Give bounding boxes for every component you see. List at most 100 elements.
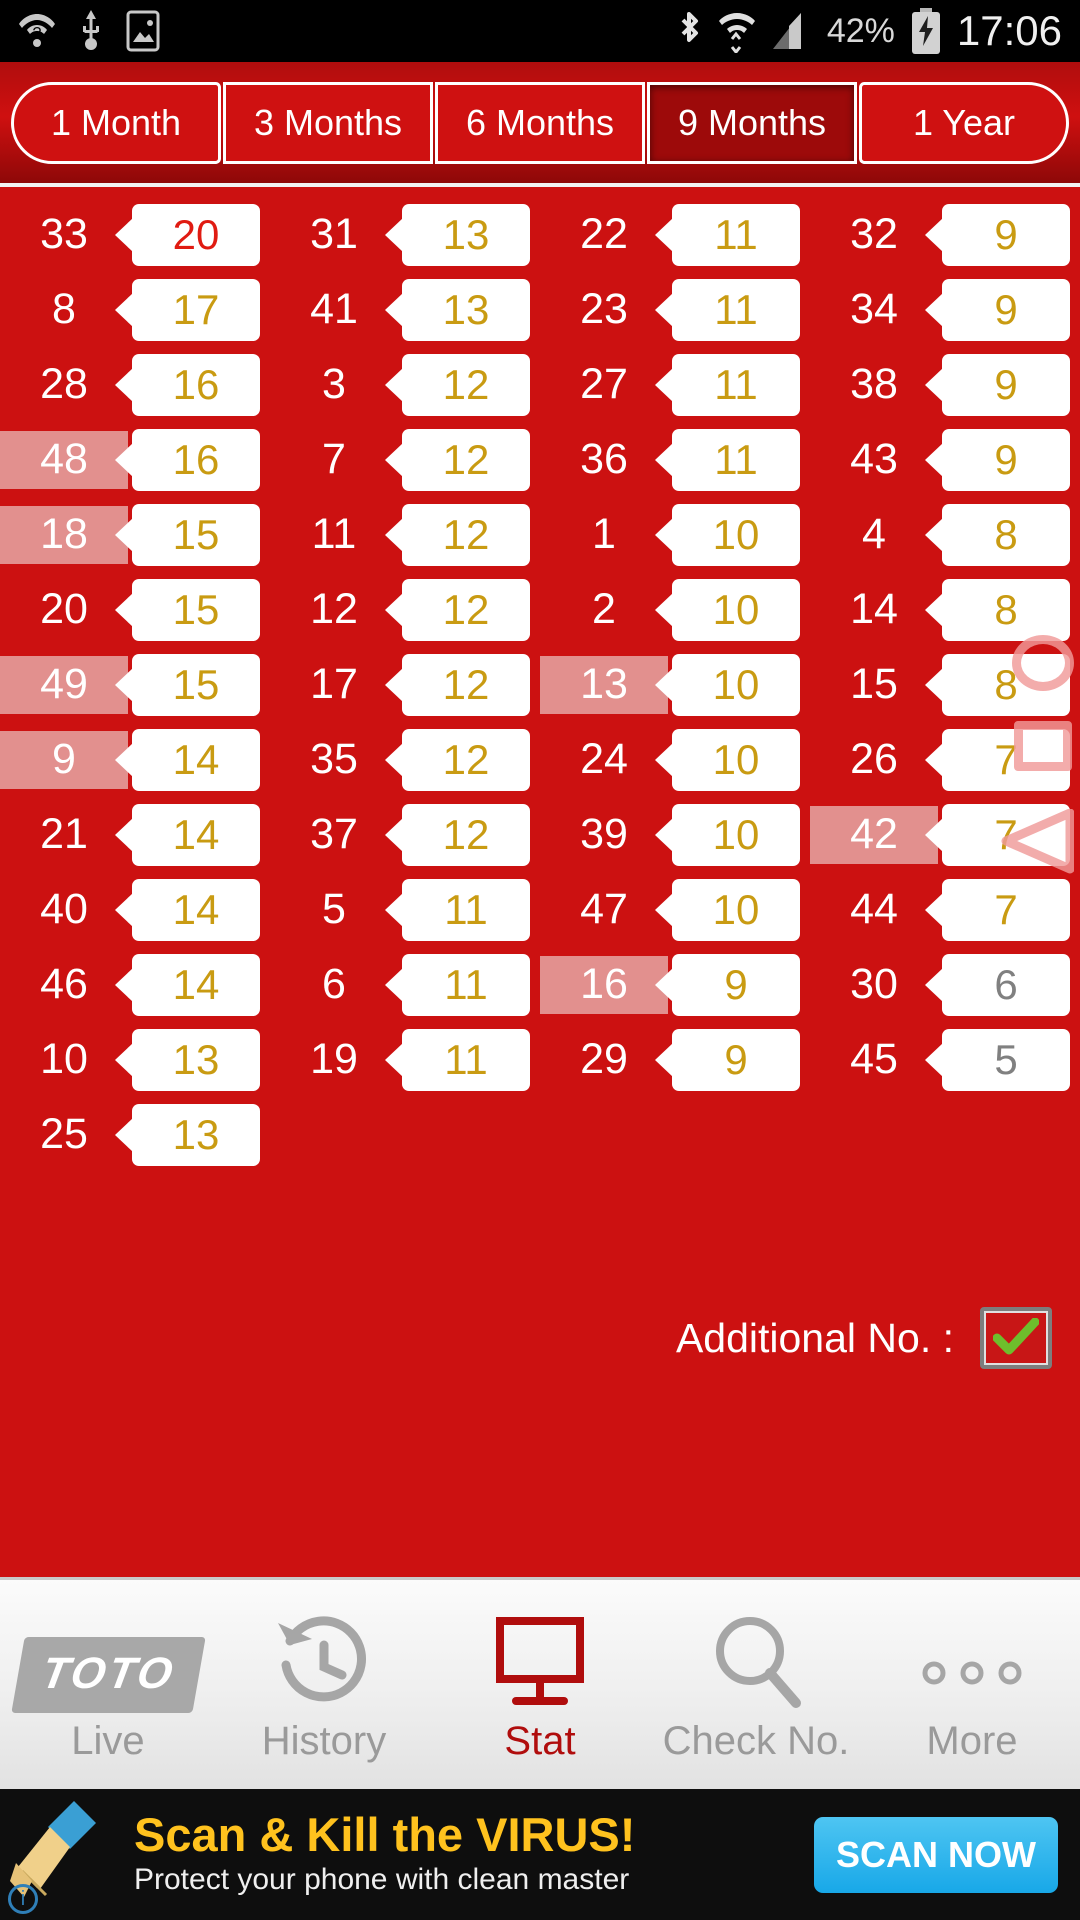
- frequency-count: 8: [942, 503, 1070, 566]
- table-row[interactable]: 7 12: [270, 422, 540, 497]
- ad-info-icon[interactable]: i: [8, 1884, 38, 1914]
- ball-number: 21: [40, 810, 88, 858]
- table-row[interactable]: 16 9: [540, 947, 810, 1022]
- ball-number: 33: [40, 210, 88, 258]
- frequency-count: 11: [402, 878, 530, 941]
- table-row[interactable]: 13 10: [540, 647, 810, 722]
- ball-number: 1: [592, 510, 616, 558]
- table-row[interactable]: 25 13: [0, 1097, 270, 1172]
- table-row[interactable]: 37 12: [270, 797, 540, 872]
- nav-item-more[interactable]: More: [864, 1580, 1080, 1789]
- ball-number: 27: [580, 360, 628, 408]
- table-row[interactable]: 33 20: [0, 197, 270, 272]
- battery-percent: 42%: [826, 11, 895, 50]
- frequency-count: 9: [942, 428, 1070, 491]
- table-row[interactable]: 40 14: [0, 872, 270, 947]
- ball-number: 39: [580, 810, 628, 858]
- table-row[interactable]: 21 14: [0, 797, 270, 872]
- table-row[interactable]: 19 11: [270, 1022, 540, 1097]
- table-row[interactable]: 44 7: [810, 872, 1080, 947]
- ad-subtitle: Protect your phone with clean master: [134, 1862, 630, 1896]
- table-row[interactable]: 26 7: [810, 722, 1080, 797]
- table-row[interactable]: 15 8: [810, 647, 1080, 722]
- period-tab-bar[interactable]: 1 Month 3 Months 6 Months 9 Months 1 Yea…: [0, 62, 1080, 187]
- table-row[interactable]: 6 11: [270, 947, 540, 1022]
- ad-cta-button[interactable]: SCAN NOW: [814, 1816, 1058, 1893]
- nav-item-check-no[interactable]: Check No.: [648, 1580, 864, 1789]
- frequency-count: 12: [402, 428, 530, 491]
- table-row[interactable]: 5 11: [270, 872, 540, 947]
- ball-number: 15: [850, 660, 898, 708]
- bluetooth-icon: [675, 8, 703, 54]
- tab-6-months[interactable]: 6 Months: [435, 81, 645, 164]
- table-row[interactable]: 36 11: [540, 422, 810, 497]
- ad-banner[interactable]: Scan & Kill the VIRUS! Protect your phon…: [0, 1789, 1080, 1920]
- table-row[interactable]: 48 16: [0, 422, 270, 497]
- ball-number: 3: [322, 360, 346, 408]
- table-row[interactable]: 9 14: [0, 722, 270, 797]
- table-row[interactable]: 43 9: [810, 422, 1080, 497]
- nav-item-stat[interactable]: Stat: [432, 1580, 648, 1789]
- table-row[interactable]: 14 8: [810, 572, 1080, 647]
- magnifier-icon: [702, 1605, 810, 1713]
- table-row[interactable]: 8 17: [0, 272, 270, 347]
- table-row[interactable]: 12 12: [270, 572, 540, 647]
- toto-logo-icon: TOTO: [10, 1605, 206, 1713]
- ball-number: 8: [52, 285, 76, 333]
- table-row[interactable]: 31 13: [270, 197, 540, 272]
- table-row[interactable]: 24 10: [540, 722, 810, 797]
- table-row[interactable]: 48: [810, 497, 1080, 572]
- tab-9-months[interactable]: 9 Months: [647, 81, 857, 164]
- table-row[interactable]: 27 11: [540, 347, 810, 422]
- ball-number: 25: [40, 1110, 88, 1158]
- table-row[interactable]: 1 10: [540, 497, 810, 572]
- tab-3-months[interactable]: 3 Months: [223, 81, 433, 164]
- additional-number-checkbox[interactable]: [980, 1307, 1052, 1369]
- frequency-count: 10: [672, 878, 800, 941]
- table-row[interactable]: 45 5: [810, 1022, 1080, 1097]
- table-row[interactable]: 28 16: [0, 347, 270, 422]
- table-row[interactable]: 41 13: [270, 272, 540, 347]
- ball-number: 17: [310, 660, 358, 708]
- bottom-navigation-bar[interactable]: TOTO Live History Stat Check No. More: [0, 1577, 1080, 1789]
- nav-item-live[interactable]: TOTO Live: [0, 1580, 216, 1789]
- table-row[interactable]: 38 9: [810, 347, 1080, 422]
- tab-1-month[interactable]: 1 Month: [11, 81, 221, 164]
- wifi-icon: [717, 9, 757, 53]
- table-row[interactable]: 46 14: [0, 947, 270, 1022]
- table-row[interactable]: 34 9: [810, 272, 1080, 347]
- table-row[interactable]: 47 10: [540, 872, 810, 947]
- ball-number: 29: [580, 1035, 628, 1083]
- table-row[interactable]: 10 13: [0, 1022, 270, 1097]
- table-row[interactable]: 23 11: [540, 272, 810, 347]
- frequency-count: 14: [132, 728, 260, 791]
- nav-item-history[interactable]: History: [216, 1580, 432, 1789]
- table-row[interactable]: 11 12: [270, 497, 540, 572]
- ball-number: 5: [322, 885, 346, 933]
- table-row[interactable]: 32 9: [810, 197, 1080, 272]
- table-row[interactable]: 42 7: [810, 797, 1080, 872]
- frequency-count: 10: [672, 653, 800, 716]
- nav-label-live: Live: [71, 1719, 145, 1763]
- ball-number: 46: [40, 960, 88, 1008]
- frequency-count: 9: [942, 278, 1070, 341]
- table-row[interactable]: 3 12: [270, 347, 540, 422]
- ball-number: 6: [322, 960, 346, 1008]
- tab-1-year[interactable]: 1 Year: [859, 81, 1069, 164]
- table-row[interactable]: 29 9: [540, 1022, 810, 1097]
- table-row[interactable]: 49 15: [0, 647, 270, 722]
- table-row[interactable]: 39 10: [540, 797, 810, 872]
- table-row[interactable]: 17 12: [270, 647, 540, 722]
- monitor-icon: [486, 1605, 594, 1713]
- ball-number: 23: [580, 285, 628, 333]
- table-row[interactable]: 30 6: [810, 947, 1080, 1022]
- table-row[interactable]: 18 15: [0, 497, 270, 572]
- frequency-count: 9: [672, 953, 800, 1016]
- stat-column-1: 33 20 8 17 28 16 48 16 18 15 20 15 49 15 9 14 21…: [0, 197, 270, 1172]
- table-row[interactable]: 35 12: [270, 722, 540, 797]
- table-row[interactable]: 20 15: [0, 572, 270, 647]
- table-row[interactable]: 22 11: [540, 197, 810, 272]
- table-row[interactable]: 2 10: [540, 572, 810, 647]
- additional-number-row[interactable]: Additional No. :: [0, 1307, 1080, 1369]
- ball-number: 11: [311, 510, 357, 558]
